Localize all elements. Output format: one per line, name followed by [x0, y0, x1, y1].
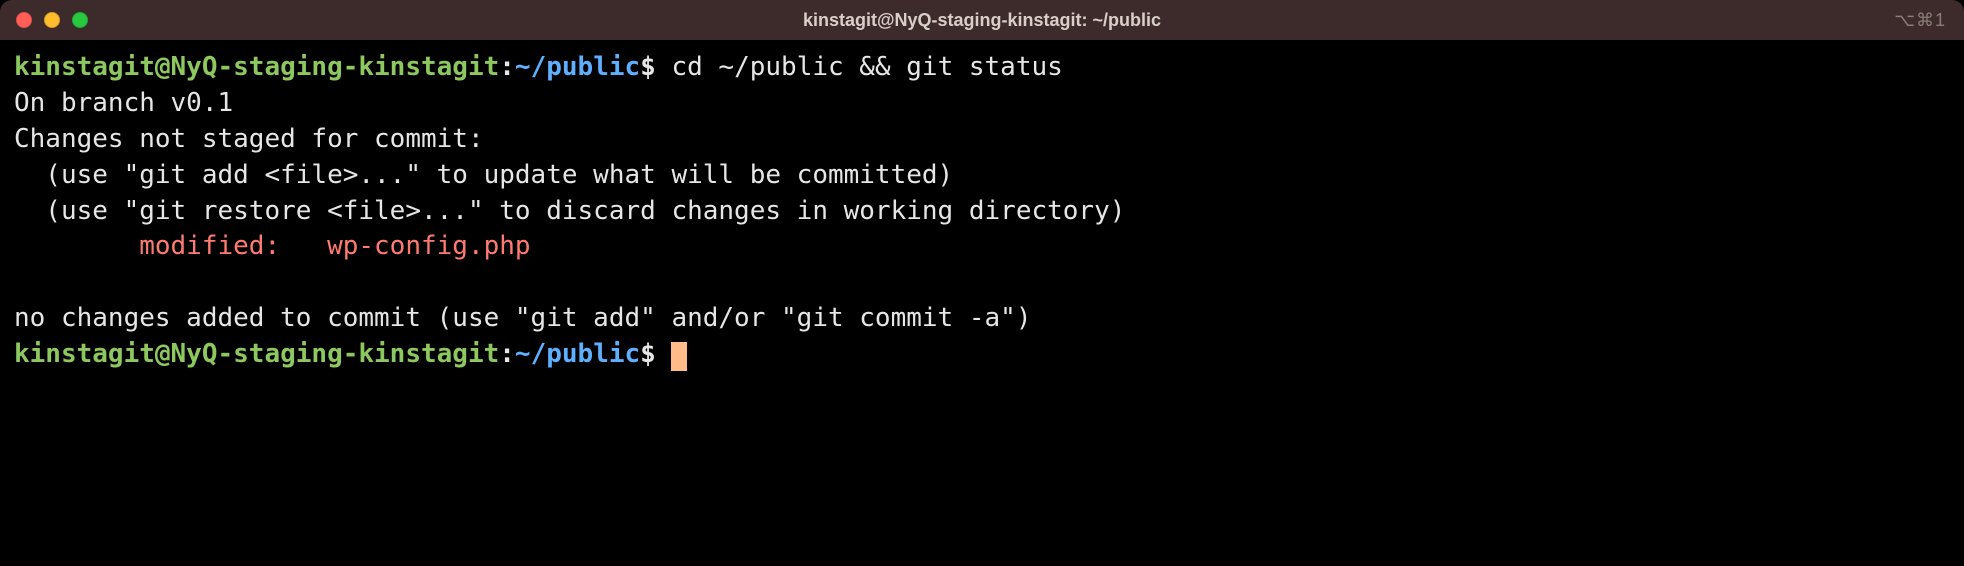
- prompt-path: ~/public: [515, 52, 640, 82]
- cursor-icon: [671, 342, 687, 371]
- window-title: kinstagit@NyQ-staging-kinstagit: ~/publi…: [0, 10, 1964, 31]
- output-line: Changes not staged for commit:: [14, 124, 484, 154]
- prompt-dollar: $: [640, 52, 656, 82]
- close-icon[interactable]: [16, 12, 32, 28]
- output-line: On branch v0.1: [14, 88, 233, 118]
- output-line: no changes added to commit (use "git add…: [14, 303, 1031, 333]
- titlebar[interactable]: kinstagit@NyQ-staging-kinstagit: ~/publi…: [0, 0, 1964, 40]
- zoom-icon[interactable]: [72, 12, 88, 28]
- titlebar-shortcut-indicator: ⌥⌘1: [1894, 10, 1946, 31]
- output-line: (use "git restore <file>..." to discard …: [14, 196, 1125, 226]
- command-text: cd ~/public && git status: [656, 52, 1063, 82]
- output-modified-file: modified: wp-config.php: [14, 231, 531, 261]
- prompt-line-2: kinstagit@NyQ-staging-kinstagit:~/public…: [14, 339, 687, 369]
- prompt-path: ~/public: [515, 339, 640, 369]
- terminal-body[interactable]: kinstagit@NyQ-staging-kinstagit:~/public…: [0, 40, 1964, 566]
- command-text: [656, 339, 672, 369]
- prompt-colon: :: [499, 52, 515, 82]
- terminal-window: kinstagit@NyQ-staging-kinstagit: ~/publi…: [0, 0, 1964, 566]
- prompt-user-host: kinstagit@NyQ-staging-kinstagit: [14, 52, 499, 82]
- prompt-line-1: kinstagit@NyQ-staging-kinstagit:~/public…: [14, 52, 1063, 82]
- prompt-dollar: $: [640, 339, 656, 369]
- prompt-user-host: kinstagit@NyQ-staging-kinstagit: [14, 339, 499, 369]
- minimize-icon[interactable]: [44, 12, 60, 28]
- traffic-lights: [16, 12, 88, 28]
- prompt-colon: :: [499, 339, 515, 369]
- output-line: (use "git add <file>..." to update what …: [14, 160, 953, 190]
